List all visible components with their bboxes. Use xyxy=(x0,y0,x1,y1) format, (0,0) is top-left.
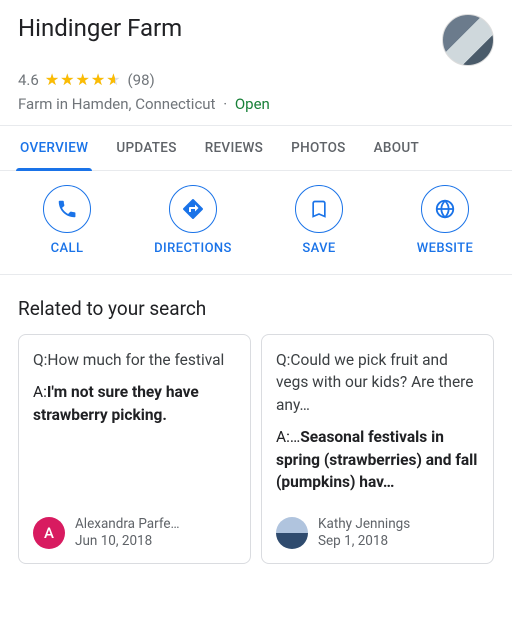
rating-stars: ★★★★★ ★★★★★ xyxy=(45,70,122,89)
save-button[interactable]: SAVE xyxy=(264,185,374,256)
tabs: OVERVIEW UPDATES REVIEWS PHOTOS ABOUT xyxy=(0,125,512,171)
author-date: Jun 10, 2018 xyxy=(75,533,180,551)
tab-reviews[interactable]: REVIEWS xyxy=(191,126,277,170)
author-date: Sep 1, 2018 xyxy=(318,533,410,551)
place-photo[interactable] xyxy=(442,14,494,66)
q-prefix: Q: xyxy=(276,351,290,369)
q-text: How much for the festival xyxy=(47,351,224,369)
open-status: Open xyxy=(235,95,270,113)
a-prefix: A: xyxy=(276,428,290,446)
related-title: Related to your search xyxy=(0,275,512,334)
author-name: Alexandra Parfe… xyxy=(75,516,180,534)
place-subline: Farm in Hamden, Connecticut · Open xyxy=(18,95,494,113)
tab-overview[interactable]: OVERVIEW xyxy=(6,126,102,170)
tab-updates[interactable]: UPDATES xyxy=(102,126,190,170)
phone-icon xyxy=(43,185,91,233)
save-label: SAVE xyxy=(302,241,335,256)
place-title: Hindinger Farm xyxy=(18,14,182,42)
avatar: A xyxy=(33,517,65,549)
place-category: Farm in Hamden, Connecticut xyxy=(18,95,215,113)
website-label: WEBSITE xyxy=(417,241,473,256)
call-label: CALL xyxy=(51,241,84,256)
qa-card[interactable]: Q:Could we pick fruit and vegs with our … xyxy=(261,334,494,564)
a-text: Seasonal festivals in spring (strawberri… xyxy=(276,428,477,491)
globe-icon xyxy=(421,185,469,233)
rating-value: 4.6 xyxy=(18,71,39,89)
call-button[interactable]: CALL xyxy=(12,185,122,256)
qa-card[interactable]: Q:How much for the festival A:I'm not su… xyxy=(18,334,251,564)
bookmark-icon xyxy=(295,185,343,233)
tab-photos[interactable]: PHOTOS xyxy=(277,126,360,170)
rating-row[interactable]: 4.6 ★★★★★ ★★★★★ (98) xyxy=(18,70,494,89)
a-prefix: A: xyxy=(33,383,47,401)
website-button[interactable]: WEBSITE xyxy=(390,185,500,256)
avatar xyxy=(276,517,308,549)
author-name: Kathy Jennings xyxy=(318,516,410,534)
related-cards: Q:How much for the festival A:I'm not su… xyxy=(0,334,512,582)
tab-about[interactable]: ABOUT xyxy=(360,126,433,170)
a-lead: … xyxy=(290,428,300,446)
directions-icon xyxy=(169,185,217,233)
action-bar: CALL DIRECTIONS SAVE WEBSITE xyxy=(0,171,512,275)
directions-button[interactable]: DIRECTIONS xyxy=(138,185,248,256)
place-header: Hindinger Farm 4.6 ★★★★★ ★★★★★ (98) Farm… xyxy=(0,0,512,125)
q-text: Could we pick fruit and vegs with our ki… xyxy=(276,351,474,414)
q-prefix: Q: xyxy=(33,351,47,369)
directions-label: DIRECTIONS xyxy=(154,241,232,256)
a-text: I'm not sure they have strawberry pickin… xyxy=(33,383,199,423)
rating-count: (98) xyxy=(128,71,155,89)
